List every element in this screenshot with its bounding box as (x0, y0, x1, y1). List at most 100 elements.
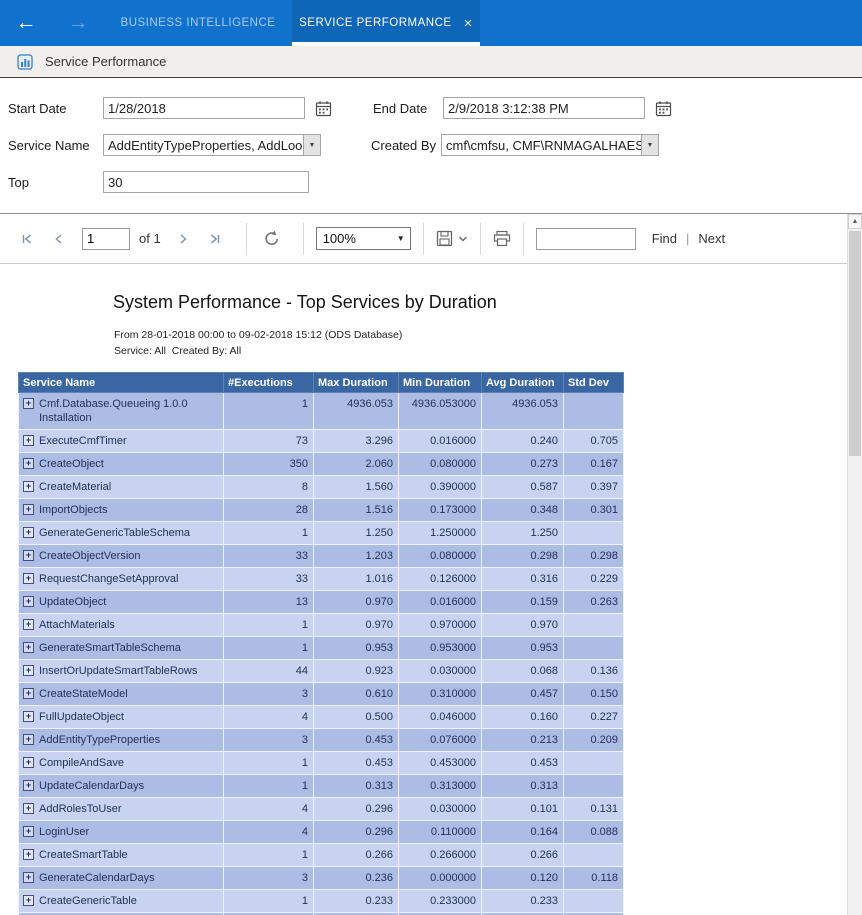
end-date-calendar-button[interactable] (652, 97, 674, 119)
service-name-text: Cmf.Database.Queueing 1.0.0 Installation (39, 397, 219, 425)
export-save-button[interactable] (436, 230, 468, 247)
service-name-text: LoginUser (39, 825, 89, 839)
expand-plus-icon[interactable]: + (23, 757, 34, 768)
print-button[interactable] (493, 230, 511, 247)
scrollbar-thumb[interactable] (849, 231, 861, 456)
expand-plus-icon[interactable]: + (23, 527, 34, 538)
first-page-button[interactable] (14, 226, 40, 252)
next-page-button[interactable] (170, 226, 196, 252)
value-cell: 0.296 (314, 798, 399, 821)
value-cell: 0.131 (564, 798, 624, 821)
table-row: +CreateObject3502.0600.0800000.2730.167 (19, 453, 624, 476)
page-number-input[interactable] (82, 228, 130, 250)
expand-plus-icon[interactable]: + (23, 504, 34, 515)
expand-plus-icon[interactable]: + (23, 711, 34, 722)
report-canvas: System Performance - Top Services by Dur… (0, 264, 847, 915)
report-subtitle: From 28-01-2018 00:00 to 09-02-2018 15:1… (114, 327, 847, 359)
value-cell: 1 (224, 844, 314, 867)
value-cell: 0.970 (314, 591, 399, 614)
back-icon[interactable]: ← (0, 0, 52, 46)
find-link[interactable]: Find (652, 231, 677, 246)
service-name-text: InsertOrUpdateSmartTableRows (39, 664, 197, 678)
value-cell: 0.266 (314, 844, 399, 867)
service-name-value: AddEntityTypeProperties, AddLoo (104, 135, 303, 155)
value-cell: 1.560 (314, 476, 399, 499)
vertical-scrollbar[interactable]: ▲ (847, 214, 862, 915)
tab-business-intelligence[interactable]: BUSINESS INTELLIGENCE (104, 0, 292, 46)
start-date-input[interactable] (103, 97, 305, 119)
expand-plus-icon[interactable]: + (23, 458, 34, 469)
table-row: +GenerateCalendarDays30.2360.0000000.120… (19, 867, 624, 890)
expand-plus-icon[interactable]: + (23, 642, 34, 653)
expand-plus-icon[interactable]: + (23, 734, 34, 745)
expand-plus-icon[interactable]: + (23, 573, 34, 584)
chevron-down-icon[interactable] (458, 235, 468, 243)
close-icon[interactable]: × (464, 16, 473, 31)
value-cell: 0.296 (314, 821, 399, 844)
service-name-text: CreateObject (39, 457, 104, 471)
service-name-cell: + CreateObject (19, 453, 224, 476)
service-name-cell: + InsertOrUpdateSmartTableRows (19, 660, 224, 683)
value-cell: 0.953 (314, 637, 399, 660)
previous-page-button[interactable] (46, 226, 72, 252)
find-text-input[interactable] (536, 228, 636, 250)
top-input[interactable] (103, 171, 309, 193)
zoom-select[interactable]: 100% ▼ (316, 227, 411, 250)
chevron-down-icon[interactable]: ▼ (641, 135, 658, 155)
table-row: +LoginUser40.2960.1100000.1640.088 (19, 821, 624, 844)
expand-plus-icon[interactable]: + (23, 803, 34, 814)
value-cell: 0.273 (482, 453, 564, 476)
value-cell: 0.120 (482, 867, 564, 890)
created-by-dropdown[interactable]: cmf\cmfsu, CMF\RNMAGALHAES, ▼ (441, 134, 659, 156)
service-name-text: ImportObjects (39, 503, 107, 517)
save-icon (436, 230, 453, 247)
find-next-separator: | (686, 231, 689, 246)
expand-plus-icon[interactable]: + (23, 619, 34, 630)
page-title: Service Performance (45, 54, 166, 69)
service-name-text: CreateObjectVersion (39, 549, 141, 563)
expand-plus-icon[interactable]: + (23, 872, 34, 883)
expand-plus-icon[interactable]: + (23, 826, 34, 837)
table-row: + Cmf.Database.Queueing 1.0.0 Installatio… (19, 393, 624, 430)
calendar-icon (655, 100, 672, 117)
expand-plus-icon[interactable]: + (23, 895, 34, 906)
service-name-cell: +CreateMaterial (19, 476, 224, 499)
value-cell: 0.453000 (399, 752, 482, 775)
chevron-down-icon[interactable]: ▼ (303, 135, 320, 155)
value-cell: 0.068 (482, 660, 564, 683)
service-name-cell: +ExecuteCmfTimer (19, 430, 224, 453)
value-cell: 0.923 (314, 660, 399, 683)
service-name-dropdown[interactable]: AddEntityTypeProperties, AddLoo ▼ (103, 134, 321, 156)
value-cell: 0.970000 (399, 614, 482, 637)
expand-plus-icon[interactable]: + (23, 398, 34, 409)
value-cell: 0.301 (564, 499, 624, 522)
end-date-input[interactable] (443, 97, 645, 119)
value-cell: 0.298 (482, 545, 564, 568)
value-cell: 0.313 (314, 775, 399, 798)
expand-plus-icon[interactable]: + (23, 435, 34, 446)
column-header-min-duration: Min Duration (399, 373, 482, 393)
service-name-cell: +CreateGenericTable (19, 890, 224, 913)
report-title: System Performance - Top Services by Dur… (113, 292, 847, 313)
expand-plus-icon[interactable]: + (23, 688, 34, 699)
scroll-up-icon[interactable]: ▲ (848, 214, 862, 229)
service-name-text: GenerateSmartTableSchema (39, 641, 181, 655)
find-next-link[interactable]: Next (698, 231, 725, 246)
value-cell: 44 (224, 660, 314, 683)
value-cell: 0.213 (482, 729, 564, 752)
expand-plus-icon[interactable]: + (23, 596, 34, 607)
expand-plus-icon[interactable]: + (23, 849, 34, 860)
service-name-text: FullUpdateObject (39, 710, 124, 724)
expand-plus-icon[interactable]: + (23, 780, 34, 791)
refresh-button[interactable] (259, 226, 285, 252)
start-date-calendar-button[interactable] (312, 97, 334, 119)
tab-service-performance[interactable]: SERVICE PERFORMANCE × (292, 0, 480, 46)
expand-plus-icon[interactable]: + (23, 550, 34, 561)
expand-plus-icon[interactable]: + (23, 481, 34, 492)
toolbar-separator (480, 223, 481, 255)
value-cell: 0.453 (314, 752, 399, 775)
last-page-button[interactable] (202, 226, 228, 252)
expand-plus-icon[interactable]: + (23, 665, 34, 676)
value-cell: 0.076000 (399, 729, 482, 752)
forward-icon[interactable]: → (52, 0, 104, 46)
